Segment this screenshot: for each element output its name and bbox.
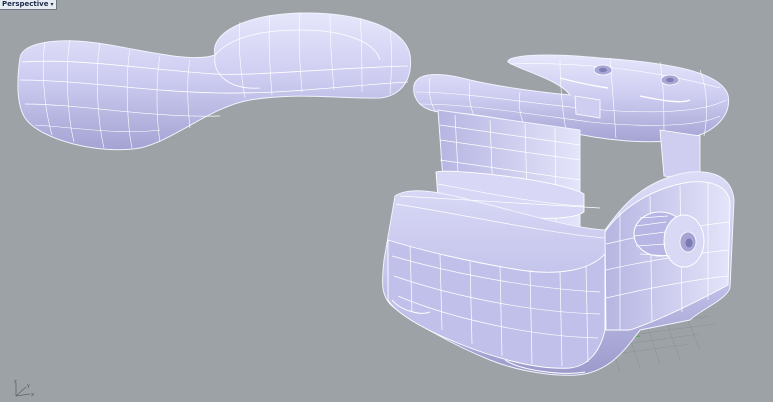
curved-horn-part [17,12,412,151]
perspective-viewport[interactable]: Perspective ▾ x y z [0,0,773,402]
axis-y-label: y [27,383,30,389]
viewport-title-tab[interactable]: Perspective ▾ [0,0,58,10]
model-scene[interactable] [0,0,773,402]
axis-x-label: x [31,392,34,398]
world-axes-icon: x y z [14,379,34,398]
axis-z-label: z [14,379,17,385]
chevron-down-icon[interactable]: ▾ [50,0,53,9]
viewport-title: Perspective [2,0,49,8]
